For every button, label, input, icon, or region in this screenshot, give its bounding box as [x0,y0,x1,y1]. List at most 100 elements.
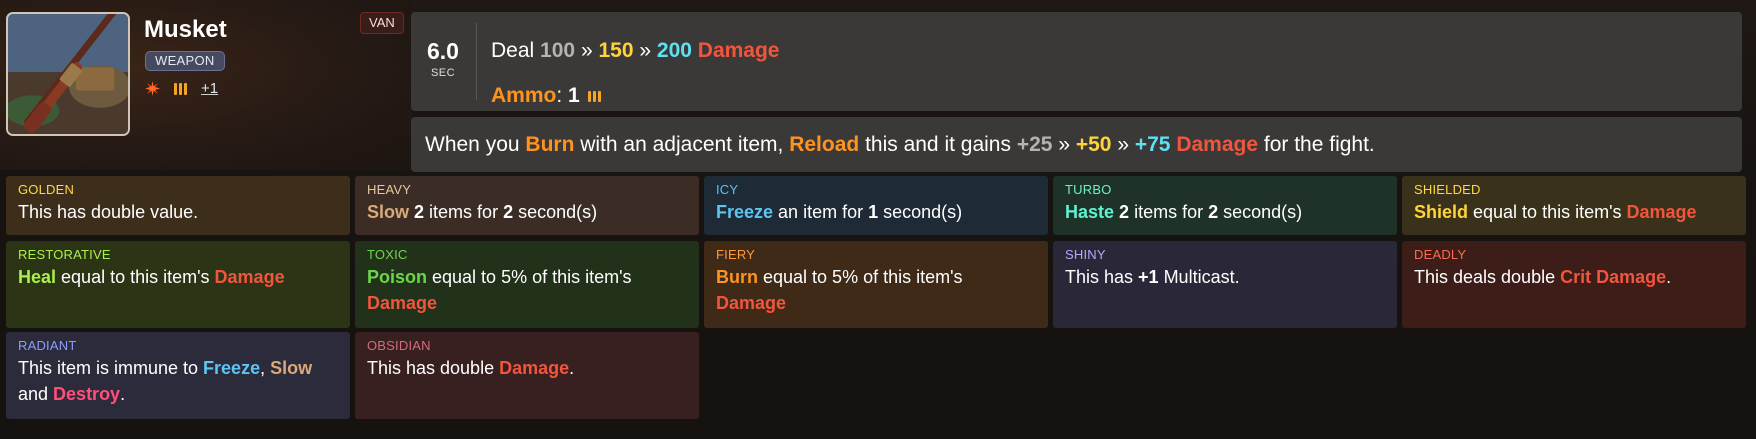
enchant-text-part: second(s) [513,202,598,222]
effect-text-part: this and it gains [865,133,1011,156]
enchant-desc: Burn equal to 5% of this item's Damage [716,264,1036,316]
enchant-desc: This has +1 Multicast. [1065,264,1385,290]
enchant-text-part: an item for [773,202,869,222]
effect-text: When you Burn with an adjacent item, Rel… [425,133,1375,157]
weapon-type-badge: WEAPON [145,51,225,71]
damage-tier-gold: 150 [598,39,634,62]
enchant-icy: ICY Freeze an item for 1 second(s) [704,176,1048,235]
enchant-text-part: . [120,384,126,404]
musket-image [6,12,130,136]
heal-keyword: Heal [18,267,57,287]
enchant-name: RESTORATIVE [18,247,111,262]
enchant-name: GOLDEN [18,182,75,197]
enchant-text-part: . [569,358,575,378]
enchant-number: 1 [868,202,879,222]
tier-separator: » [639,39,652,62]
enchant-text-part: items for [424,202,504,222]
damage-keyword: Damage [716,293,787,313]
enchant-name: RADIANT [18,338,77,353]
reload-keyword: Reload [789,133,860,156]
freeze-keyword: Freeze [203,358,261,378]
effect-tier-diamond: +75 [1134,133,1171,156]
enchant-name: SHINY [1065,247,1106,262]
ammo-colon: : [556,84,563,107]
enchant-desc: Freeze an item for 1 second(s) [716,199,1036,225]
enchant-text-part: This has [1065,267,1139,287]
poison-keyword: Poison [367,267,428,287]
ammo-icon [587,90,601,102]
effect-tier-bronze: +25 [1016,133,1053,156]
enchant-deadly: DEADLY This deals double Crit Damage. [1402,241,1746,328]
enchant-desc: Haste 2 items for 2 second(s) [1065,199,1385,225]
effect-text-part: with an adjacent item, [580,133,784,156]
tag-icons-row: +1 [145,80,218,97]
enchant-text-part: This item is immune to [18,358,204,378]
enchant-shielded: SHIELDED Shield equal to this item's Dam… [1402,176,1746,235]
item-title: Musket [144,16,227,43]
enchant-text-part: equal to this item's [1468,202,1627,222]
cooldown-unit: SEC [430,67,456,79]
enchant-number: +1 [1138,267,1159,287]
damage-keyword: Damage [499,358,570,378]
enchant-turbo: TURBO Haste 2 items for 2 second(s) [1053,176,1397,235]
deal-label: Deal [491,39,535,62]
tier-separator: » [1117,133,1129,156]
enchant-name: TOXIC [367,247,408,262]
damage-keyword: Damage [697,39,780,62]
musket-icon [8,14,128,134]
damage-line: Deal 100 » 150 » 200 Damage [491,39,779,63]
shield-keyword: Shield [1414,202,1469,222]
multicast-icon: +1 [201,80,219,97]
enchant-text-part: . [1666,267,1672,287]
enchant-desc: Heal equal to this item's Damage [18,264,338,290]
ammo-value: 1 [568,84,580,107]
enchant-name: DEADLY [1414,247,1467,262]
enchant-text-part: Multicast. [1158,267,1240,287]
enchant-heavy: HEAVY Slow 2 items for 2 second(s) [355,176,699,235]
enchant-toxic: TOXIC Poison equal to 5% of this item's … [355,241,699,328]
burn-keyword: Burn [525,133,575,156]
effect-tier-gold: +50 [1075,133,1112,156]
freeze-keyword: Freeze [716,202,774,222]
damage-keyword: Damage [367,293,438,313]
enchant-desc: Poison equal to 5% of this item's Damage [367,264,687,316]
damage-tier-diamond: 200 [656,39,692,62]
stats-panel: 6.0 SEC Deal 100 » 150 » 200 Damage Ammo… [411,12,1742,111]
enchant-fiery: FIERY Burn equal to 5% of this item's Da… [704,241,1048,328]
enchant-number: 2 [1208,202,1219,222]
enchant-text-part: , [260,358,271,378]
item-header: Musket WEAPON +1 [0,0,412,170]
crit-damage-keyword: Crit Damage [1560,267,1667,287]
enchant-text-part: equal to this item's [56,267,215,287]
ammo-icon [174,82,187,95]
enchant-name: TURBO [1065,182,1112,197]
enchant-number: 2 [503,202,514,222]
enchant-text-part: items for [1129,202,1209,222]
destroy-keyword: Destroy [53,384,121,404]
ammo-line: Ammo: 1 [491,84,601,108]
enchant-desc: This has double value. [18,199,338,225]
effect-text-part: When you [425,133,520,156]
tier-separator: » [1058,133,1070,156]
burn-icon [145,81,160,96]
ammo-label: Ammo [491,84,557,107]
enchant-golden: GOLDEN This has double value. [6,176,350,235]
damage-keyword: Damage [214,267,285,287]
enchant-desc: Slow 2 items for 2 second(s) [367,199,687,225]
burn-keyword: Burn [716,267,758,287]
enchant-number: 2 [414,202,425,222]
stats-divider [476,23,477,100]
enchant-shiny: SHINY This has +1 Multicast. [1053,241,1397,328]
haste-keyword: Haste [1065,202,1115,222]
enchant-name: OBSIDIAN [367,338,431,353]
cooldown-value: 6.0 [427,38,459,64]
enchant-text-part: equal to 5% of this item's [427,267,632,287]
enchant-restorative: RESTORATIVE Heal equal to this item's Da… [6,241,350,328]
enchant-name: FIERY [716,247,756,262]
slow-keyword: Slow [367,202,410,222]
effect-text-part: for the fight. [1263,133,1375,156]
enchant-desc: Shield equal to this item's Damage [1414,199,1734,225]
enchant-text-part: equal to 5% of this item's [758,267,963,287]
enchant-radiant: RADIANT This item is immune to Freeze, S… [6,332,350,419]
enchant-desc: This deals double Crit Damage. [1414,264,1734,290]
